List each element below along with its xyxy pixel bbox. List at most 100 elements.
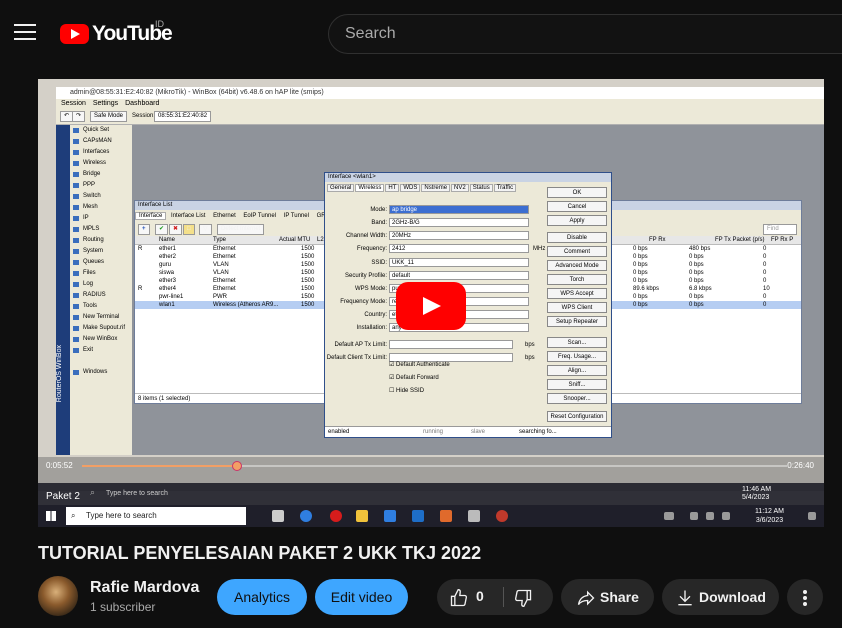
dialog-field: Channel Width: 20MHz xyxy=(325,231,545,241)
status-enabled: enabled xyxy=(328,429,350,435)
edit-video-button[interactable]: Edit video xyxy=(315,579,408,615)
col-mtu: Actual MTU xyxy=(279,237,311,243)
cell-r1: 89.6 kbps xyxy=(633,286,660,292)
cell-r1: 0 bps xyxy=(633,302,648,308)
progress-scrubber[interactable] xyxy=(232,461,243,471)
cell-r3: 0 xyxy=(763,246,767,252)
side-strip-text: RouterOS WinBox xyxy=(56,345,63,403)
dialog-button: Freq. Usage... xyxy=(547,351,607,362)
cell-r3: 10 xyxy=(763,286,770,292)
winbox-menu-item: Tools xyxy=(70,301,132,312)
time-total: 0:26:40 xyxy=(787,461,814,470)
winbox-menu-item: Queues xyxy=(70,257,132,268)
col-fp-rx: FP Rx xyxy=(649,237,666,243)
winbox-menu-item: Interfaces xyxy=(70,147,132,158)
cell-type: Ethernet xyxy=(213,246,236,252)
winbox-menu-item: New Terminal xyxy=(70,312,132,323)
guide-menu-button[interactable] xyxy=(14,24,36,42)
disable-icon: ✖ xyxy=(169,224,183,235)
field-label: SSID: xyxy=(371,260,387,266)
dialog-field: Mode: ap bridge xyxy=(325,205,545,215)
volume-icon xyxy=(722,512,730,520)
cell-r3: 0 xyxy=(763,254,767,260)
cell-mtu: 1500 xyxy=(301,246,315,252)
more-actions-button[interactable] xyxy=(787,579,823,615)
field-label: Security Profile: xyxy=(344,273,387,279)
dialog-status-bar: enabled running slave searching fo... xyxy=(325,426,611,437)
dialog-button: Comment xyxy=(547,246,607,257)
col-name: Name xyxy=(159,237,176,243)
cell-r3: 0 xyxy=(763,278,767,284)
dialog-button: WPS Accept xyxy=(547,288,607,299)
network-icon xyxy=(690,512,698,520)
cell-r3: 0 xyxy=(763,294,767,300)
detect-internet-button: Detect Internet xyxy=(217,224,265,235)
cell-flag: R xyxy=(138,286,143,292)
cell-r2: 0 bps xyxy=(689,278,704,284)
dialog-tab: Nstreme xyxy=(421,184,451,192)
video-player[interactable]: admin@08:55:31:E2:40:82 (MikroTik) - Win… xyxy=(38,79,824,527)
field-value xyxy=(389,340,513,349)
like-button[interactable] xyxy=(449,588,469,613)
download-button[interactable]: Download xyxy=(662,579,779,615)
windows-start-icon xyxy=(46,511,56,521)
cell-r2: 0 bps xyxy=(689,270,704,276)
filter-icon: ▽ xyxy=(199,224,212,235)
overlay-search-text: Type here to search xyxy=(106,490,168,497)
field-label: WPS Mode: xyxy=(354,286,387,292)
analytics-button[interactable]: Analytics xyxy=(217,579,307,615)
col-fp-tx-packet: FP Tx Packet (p/s) xyxy=(715,237,765,243)
status-slave: slave xyxy=(471,429,486,435)
app-icon xyxy=(440,510,452,522)
progress-bar[interactable] xyxy=(82,461,787,471)
field-label: Band: xyxy=(371,220,387,226)
hide-ssid-check: ☐ Hide SSID xyxy=(389,388,425,394)
cell-name: pwr-line1 xyxy=(159,294,184,300)
keyboard-icon xyxy=(664,512,674,520)
unit-bps: bps xyxy=(525,355,535,361)
field-label: Default Client Tx Limit: xyxy=(326,355,387,361)
add-icon: + xyxy=(138,224,150,235)
cell-name: wlan1 xyxy=(159,302,175,308)
winbox-menu-settings: Settings xyxy=(92,100,119,107)
dialog-tab: WDS xyxy=(400,184,421,192)
search-input[interactable]: Search xyxy=(328,14,842,54)
tab-ip-tunnel: IP Tunnel xyxy=(283,213,309,219)
download-icon xyxy=(678,590,692,606)
cell-type: Ethernet xyxy=(213,254,236,260)
winbox-side-strip: RouterOS WinBox xyxy=(56,125,70,455)
field-value: 2412 xyxy=(389,244,529,253)
share-button[interactable]: Share xyxy=(561,579,654,615)
winbox-menu-item: Exit xyxy=(70,345,132,356)
channel-avatar[interactable] xyxy=(38,576,78,616)
logo-region: ID xyxy=(155,19,164,29)
winbox-menu-item: New WinBox xyxy=(70,334,132,345)
winbox-menu-item: Quick Set xyxy=(70,125,132,136)
large-play-button[interactable] xyxy=(396,282,466,330)
field-label: Default AP Tx Limit: xyxy=(334,342,387,348)
cell-mtu: 1500 xyxy=(301,294,315,300)
channel-name[interactable]: Rafie Mardova xyxy=(90,579,199,597)
winbox-toolbar: ↶ ↷ Safe Mode Session: 08:55:31:E2:40:82 xyxy=(56,109,824,125)
dislike-button[interactable] xyxy=(513,588,533,613)
dialog-button: Disable xyxy=(547,232,607,243)
media-player-icon xyxy=(496,510,508,522)
dialog-tab: Traffic xyxy=(493,184,517,192)
winbox-menu-item: Routing xyxy=(70,235,132,246)
cell-mtu: 1500 xyxy=(301,286,315,292)
cell-r1: 0 bps xyxy=(633,254,648,260)
cell-r2: 0 bps xyxy=(689,294,704,300)
task-view-icon xyxy=(272,510,284,522)
video-title: TUTORIAL PENYELESAIAN PAKET 2 UKK TKJ 20… xyxy=(38,543,482,563)
tab-eoip-tunnel: EoIP Tunnel xyxy=(243,213,277,219)
cell-r2: 0 bps xyxy=(689,302,704,308)
enable-icon: ✔ xyxy=(155,224,169,235)
cell-r1: 0 bps xyxy=(633,270,648,276)
cell-r3: 0 xyxy=(763,302,767,308)
redo-icon: ↷ xyxy=(72,111,86,122)
dialog-button: Setup Repeater xyxy=(547,316,607,327)
winbox-menu-item: Wireless xyxy=(70,158,132,169)
cell-type: Wireless (Atheros AR9... xyxy=(213,302,279,308)
dialog-button: Scan... xyxy=(547,337,607,348)
dialog-button: OK xyxy=(547,187,607,198)
